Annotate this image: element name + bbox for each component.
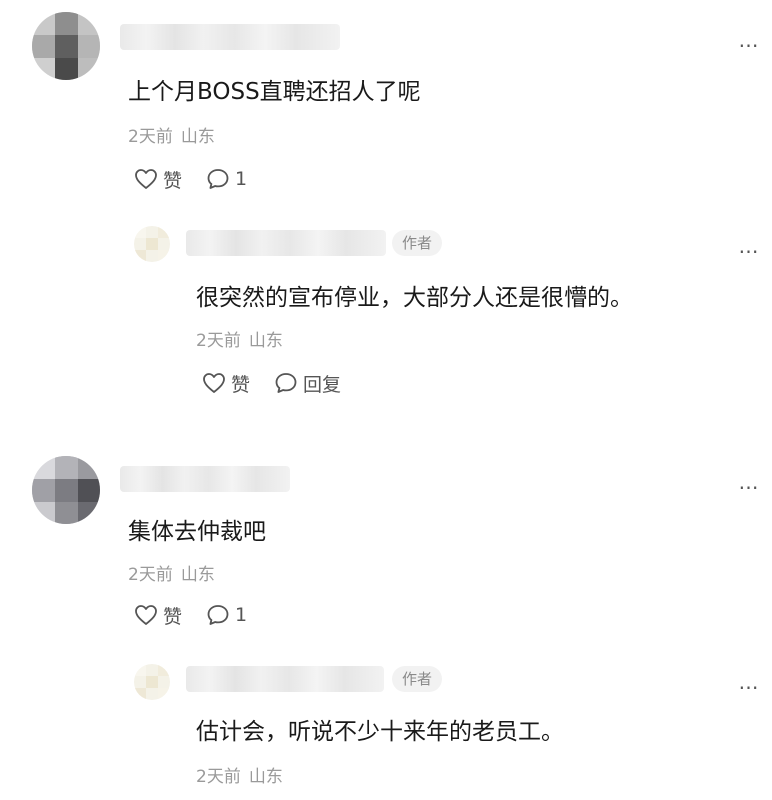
reply-meta: 2天前 山东	[196, 326, 283, 351]
reply-time: 2天前	[196, 331, 241, 351]
like-label: 赞	[231, 373, 251, 396]
reply-label: 回复	[303, 373, 342, 396]
reply-username-blurred[interactable]	[186, 666, 384, 692]
reply-count: 1	[235, 604, 248, 626]
like-button[interactable]: 赞	[134, 602, 182, 629]
comment-location: 山东	[180, 127, 215, 147]
comment-time: 2天前	[128, 127, 173, 147]
like-button[interactable]: 赞	[134, 166, 182, 193]
username-blurred[interactable]	[120, 24, 340, 50]
reply-text: 估计会，听说不少十来年的老员工。	[196, 719, 564, 745]
comment-actions: 赞 1	[134, 602, 271, 628]
username-blurred[interactable]	[120, 466, 290, 492]
comment-time: 2天前	[128, 565, 173, 585]
reply-username-blurred[interactable]	[186, 230, 386, 256]
reply-avatar[interactable]	[134, 226, 170, 262]
more-options-icon[interactable]: …	[736, 672, 762, 696]
comment-item: … 上个月BOSS直聘还招人了呢 2天前 山东 赞 1 作者 … 很突然的宣布停…	[0, 0, 772, 420]
reply-location: 山东	[248, 331, 283, 351]
comment-meta: 2天前 山东	[128, 560, 215, 585]
comment-bubble-icon	[275, 373, 297, 393]
reply-count: 1	[235, 168, 248, 190]
comment-item: … 集体去仲裁吧 2天前 山东 赞 1 作者 … 估计会，听说不少十来年的老员工…	[0, 440, 772, 800]
reply-avatar[interactable]	[134, 664, 170, 700]
more-options-icon[interactable]: …	[736, 472, 762, 496]
like-label: 赞	[163, 169, 183, 192]
comment-meta: 2天前 山东	[128, 122, 215, 147]
comment-bubble-icon	[207, 169, 229, 189]
avatar[interactable]	[32, 12, 100, 80]
reply-count-button[interactable]: 1	[206, 168, 247, 190]
avatar[interactable]	[32, 456, 100, 524]
comment-bubble-icon	[207, 605, 229, 625]
heart-icon	[135, 169, 157, 189]
reply-text: 很突然的宣布停业，大部分人还是很懵的。	[196, 285, 633, 311]
reply-meta: 2天前 山东	[196, 762, 283, 787]
author-badge: 作者	[392, 666, 443, 692]
like-label: 赞	[163, 605, 183, 628]
more-options-icon[interactable]: …	[736, 30, 762, 54]
comment-text: 上个月BOSS直聘还招人了呢	[128, 79, 421, 105]
reply-time: 2天前	[196, 767, 241, 787]
heart-icon	[135, 605, 157, 625]
reply-count-button[interactable]: 1	[206, 604, 247, 626]
comment-actions: 赞 1	[134, 166, 271, 192]
reply-actions: 赞 回复	[202, 370, 365, 396]
comment-location: 山东	[180, 565, 215, 585]
reply-location: 山东	[248, 767, 283, 787]
author-badge: 作者	[392, 230, 443, 256]
more-options-icon[interactable]: …	[736, 236, 762, 260]
reply-button[interactable]: 回复	[274, 370, 341, 397]
heart-icon	[203, 373, 225, 393]
comment-text: 集体去仲裁吧	[128, 519, 266, 545]
like-button[interactable]: 赞	[202, 370, 250, 397]
